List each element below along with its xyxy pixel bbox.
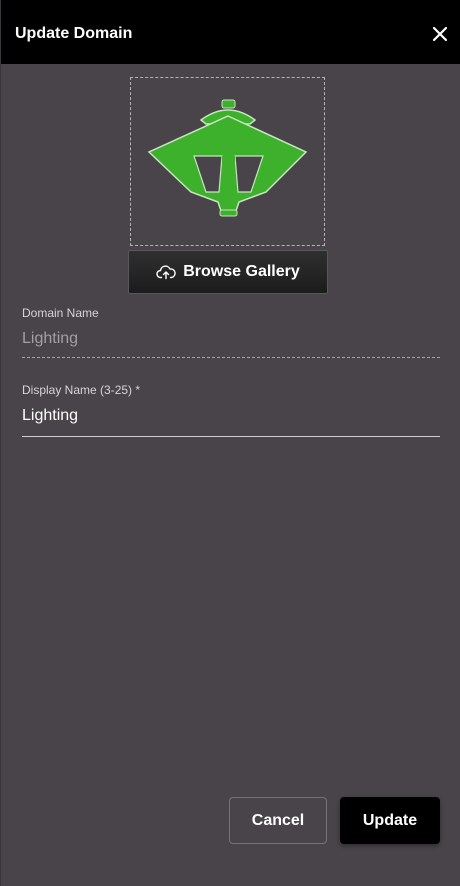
browse-gallery-label: Browse Gallery <box>183 263 300 280</box>
dialog-titlebar: Update Domain <box>1 0 460 64</box>
green-lamp-post-icon <box>147 99 308 217</box>
update-domain-dialog: Update Domain Browse Gallery Domain Name… <box>0 0 460 886</box>
close-icon[interactable] <box>431 25 449 43</box>
domain-image-preview[interactable] <box>130 77 325 246</box>
domain-name-value: Lighting <box>22 330 79 347</box>
cancel-button[interactable]: Cancel <box>229 797 327 844</box>
display-name-label: Display Name (3-25) * <box>22 383 141 397</box>
update-button[interactable]: Update <box>340 797 440 844</box>
browse-gallery-button[interactable]: Browse Gallery <box>128 250 328 294</box>
domain-name-label: Domain Name <box>22 306 99 320</box>
display-name-field[interactable]: Display Name (3-25) * Lighting <box>22 383 440 437</box>
dialog-title: Update Domain <box>15 25 133 42</box>
cloud-upload-icon <box>156 264 176 280</box>
display-name-input[interactable]: Lighting <box>22 407 440 425</box>
domain-name-field: Domain Name Lighting <box>22 306 440 358</box>
